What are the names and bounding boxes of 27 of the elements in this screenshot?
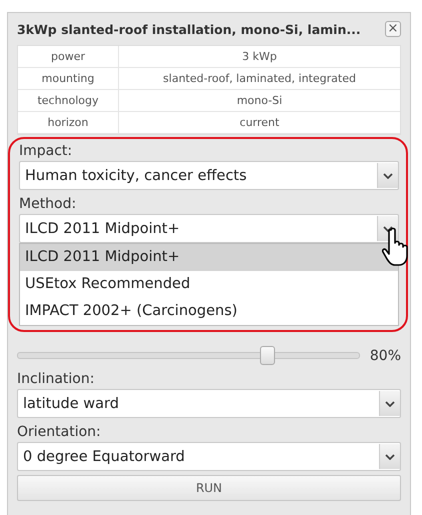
orientation-label: Orientation: bbox=[17, 424, 102, 440]
chevron-down-icon bbox=[379, 444, 400, 469]
orientation-dropdown[interactable]: 0 degree Equatorward bbox=[17, 442, 401, 471]
impact-dropdown[interactable]: Human toxicity, cancer effects bbox=[19, 161, 399, 190]
table-cell-text: slanted-roof, laminated, integrated bbox=[162, 72, 357, 85]
chevron-down-icon bbox=[377, 163, 398, 188]
slider-reading: 80% bbox=[370, 348, 401, 364]
dropdown-option[interactable]: IMPACT 2002+ (Carcinogens) bbox=[20, 298, 398, 325]
run-button[interactable]: RUN bbox=[17, 475, 401, 501]
slider[interactable] bbox=[17, 346, 360, 365]
table-cell: power bbox=[18, 46, 119, 67]
impact-label: Impact: bbox=[19, 143, 74, 159]
inclination-dropdown[interactable]: latitude ward bbox=[17, 389, 401, 418]
close-button[interactable]: × bbox=[385, 21, 401, 37]
table-cell-text: 3 kWp bbox=[241, 50, 278, 63]
dropdown-option[interactable]: ILCD 2011 Midpoint+ bbox=[20, 244, 398, 271]
table-cell-text: mono-Si bbox=[236, 94, 284, 107]
inclination-label: Inclination: bbox=[17, 371, 96, 387]
table-cell-text: current bbox=[238, 116, 280, 129]
method-label: Method: bbox=[19, 196, 78, 212]
dropdown-option[interactable]: USEtox Recommended bbox=[20, 271, 398, 298]
slider-thumb[interactable] bbox=[260, 346, 276, 365]
chevron-down-icon bbox=[379, 391, 400, 416]
window-title: 3kWp slanted-roof installation, mono-Si, lamin... bbox=[17, 22, 361, 36]
table-cell: mounting bbox=[18, 68, 119, 89]
table-cell: horizon bbox=[18, 112, 119, 133]
table-cell: technology bbox=[18, 90, 119, 111]
